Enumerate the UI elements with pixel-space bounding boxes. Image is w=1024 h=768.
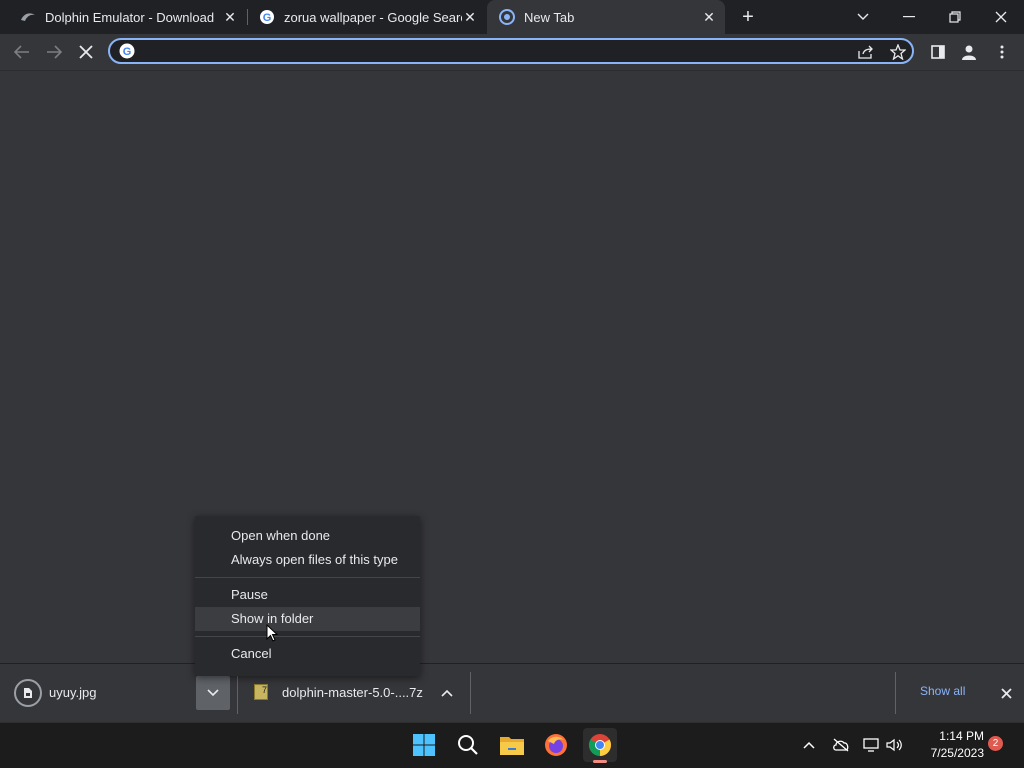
onedrive-offline-icon[interactable] [831, 735, 851, 755]
menu-item-cancel[interactable]: Cancel [195, 642, 420, 666]
minimize-icon[interactable] [886, 0, 932, 34]
google-icon: G [119, 43, 135, 59]
zip-icon: 7 [254, 684, 268, 700]
firefox-icon[interactable] [539, 728, 573, 762]
mouse-cursor-icon [266, 624, 278, 642]
tab-dolphin[interactable]: Dolphin Emulator - Download ✕ [8, 0, 246, 34]
restore-icon[interactable] [932, 0, 978, 34]
menu-divider [195, 577, 420, 578]
file-explorer-icon[interactable] [495, 728, 529, 762]
close-tab-icon[interactable]: ✕ [701, 9, 717, 25]
shelf-divider [470, 672, 471, 714]
tab-title: zorua wallpaper - Google Search [284, 9, 462, 25]
back-icon[interactable] [8, 38, 36, 66]
chrome-icon[interactable] [583, 728, 617, 762]
notification-badge[interactable]: 2 [988, 736, 1003, 751]
address-input[interactable] [142, 42, 826, 62]
windows-taskbar: 1:14 PM 7/25/2023 [0, 722, 1024, 768]
browser-toolbar: G [0, 34, 1024, 71]
file-icon[interactable] [14, 679, 42, 707]
system-clock[interactable]: 1:14 PM 7/25/2023 [912, 728, 984, 762]
download-item-name[interactable]: uyuy.jpg [49, 685, 96, 700]
page-content [0, 71, 1024, 663]
more-menu-icon[interactable] [988, 38, 1016, 66]
google-icon: G [259, 9, 275, 25]
menu-item-show-in-folder[interactable]: Show in folder [195, 607, 420, 631]
clock-time: 1:14 PM [939, 729, 984, 743]
tab-google-search[interactable]: G zorua wallpaper - Google Search ✕ [248, 0, 486, 34]
profile-icon[interactable] [955, 38, 983, 66]
bookmark-star-icon[interactable] [888, 42, 908, 62]
chevron-up-icon[interactable] [438, 684, 456, 702]
menu-item-open-when-done[interactable]: Open when done [195, 524, 420, 548]
close-window-icon[interactable] [978, 0, 1024, 34]
show-all-button[interactable]: Show all [920, 684, 965, 698]
side-panel-icon[interactable] [924, 38, 952, 66]
search-icon[interactable] [451, 728, 485, 762]
shelf-divider [237, 672, 238, 714]
forward-icon[interactable] [40, 38, 68, 66]
chrome-newtab-icon [499, 9, 515, 25]
new-tab-button[interactable]: + [737, 6, 759, 28]
svg-text:G: G [263, 12, 272, 24]
close-tab-icon[interactable]: ✕ [462, 9, 478, 25]
windows-start-icon[interactable] [407, 728, 441, 762]
close-tab-icon[interactable]: ✕ [222, 9, 238, 25]
tab-search-chevron-icon[interactable] [840, 0, 886, 34]
tab-title: Dolphin Emulator - Download [45, 9, 215, 25]
tab-strip: Dolphin Emulator - Download ✕ G zorua wa… [0, 0, 1024, 34]
active-app-indicator [593, 760, 607, 763]
download-context-menu: Open when done Always open files of this… [195, 516, 420, 676]
shelf-divider [895, 672, 896, 714]
show-hidden-icons-chevron-icon[interactable] [799, 735, 819, 755]
tab-title: New Tab [524, 9, 575, 25]
download-item-name[interactable]: dolphin-master-5.0-....7z [282, 685, 423, 700]
close-shelf-icon[interactable] [996, 683, 1016, 703]
network-icon[interactable] [862, 735, 882, 755]
download-shelf: uyuy.jpg 7 dolphin-master-5.0-....7z Sho… [0, 663, 1024, 722]
volume-icon[interactable] [885, 735, 905, 755]
svg-text:G: G [123, 46, 132, 58]
clock-date: 7/25/2023 [930, 746, 984, 760]
address-bar[interactable]: G [108, 38, 914, 64]
share-icon[interactable] [856, 42, 876, 62]
stop-loading-icon[interactable] [72, 38, 100, 66]
tab-new-tab[interactable]: New Tab ✕ [487, 0, 725, 34]
dolphin-icon [20, 9, 36, 25]
menu-divider [195, 636, 420, 637]
download-options-button[interactable] [196, 676, 230, 710]
menu-item-always-open[interactable]: Always open files of this type [195, 548, 420, 572]
menu-item-pause[interactable]: Pause [195, 583, 420, 607]
